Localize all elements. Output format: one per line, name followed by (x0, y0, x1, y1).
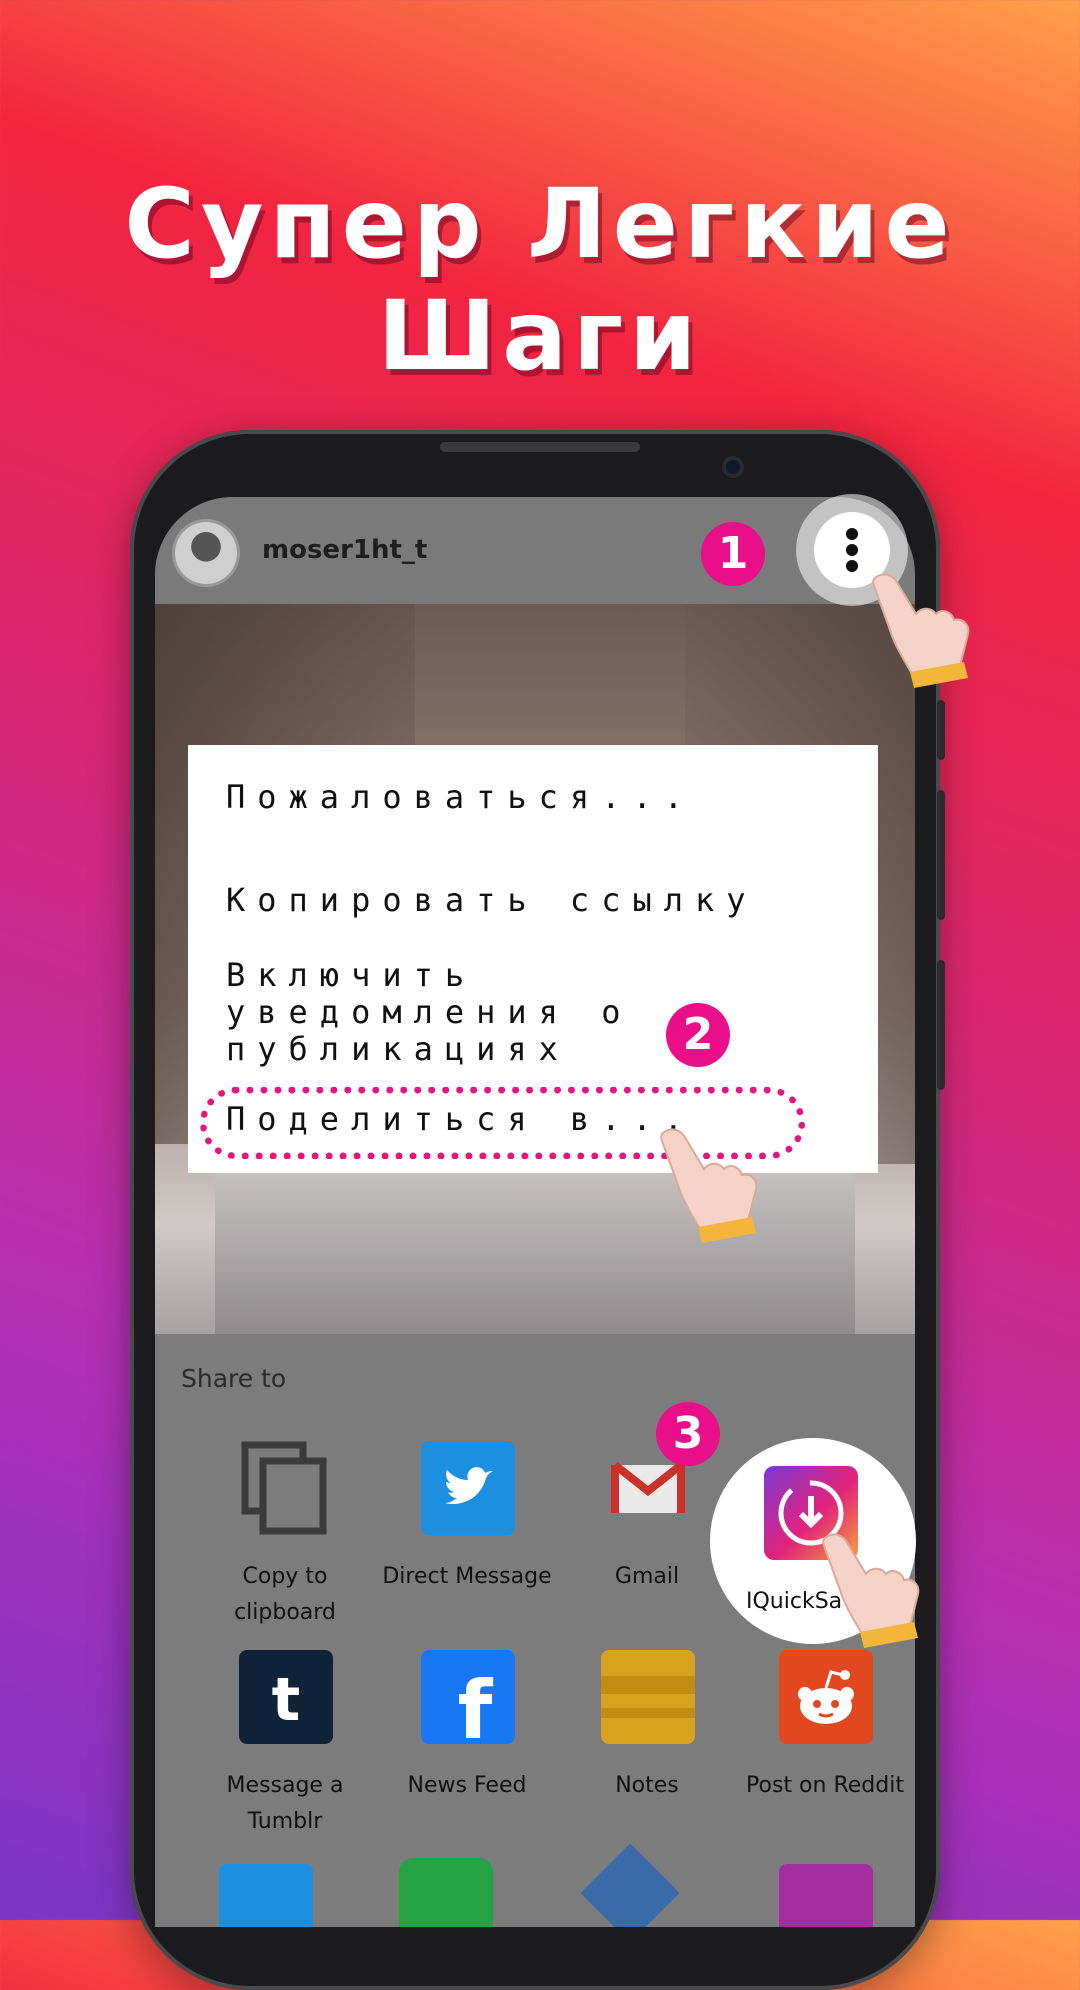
share-app-reddit[interactable]: Post on Reddit (735, 1650, 915, 1830)
pointing-hand-icon (872, 573, 970, 688)
share-app-label: Copy to clipboard (234, 1564, 336, 1625)
headline: Супер Легкие Шаги (124, 168, 956, 392)
share-app-label: Direct Message (382, 1564, 552, 1589)
share-app-label: Post on Reddit (746, 1773, 904, 1798)
avatar[interactable] (175, 522, 237, 584)
svg-text:t: t (272, 1665, 301, 1735)
share-app-copy[interactable]: Copy to clipboard (195, 1441, 375, 1625)
step-badge-3: 3 (656, 1402, 720, 1466)
share-app-facebook[interactable]: f News Feed (377, 1650, 557, 1830)
share-app-label: Notes (615, 1773, 679, 1798)
phone-side-button (937, 700, 945, 760)
app-icon-partial[interactable] (779, 1864, 873, 1927)
username[interactable]: moser1ht_t (262, 535, 427, 565)
facebook-icon: f (421, 1650, 515, 1757)
tumblr-icon: t (239, 1650, 333, 1744)
copy-icon (239, 1441, 333, 1535)
app-icon-partial[interactable] (580, 1843, 680, 1927)
share-app-label: News Feed (407, 1773, 527, 1798)
pointing-hand-icon (660, 1128, 758, 1243)
twitter-icon (421, 1441, 515, 1535)
share-app-tumblr[interactable]: t Message a Tumblr (195, 1650, 375, 1834)
app-icon-partial[interactable] (219, 1864, 313, 1927)
app-icon-partial[interactable] (399, 1858, 493, 1927)
share-app-notes[interactable]: Notes (557, 1650, 737, 1830)
phone-screen: moser1ht_t Share to Copy to clipboard Di… (155, 497, 915, 1927)
share-app-direct-message[interactable]: Direct Message (377, 1441, 557, 1621)
menu-item-notifications-line1[interactable]: Включить (226, 957, 476, 994)
reddit-icon (779, 1650, 873, 1744)
front-camera (722, 456, 744, 478)
menu-item-copy-link[interactable]: Копировать ссылку (226, 882, 758, 919)
share-title: Share to (181, 1364, 287, 1393)
share-app-label: Gmail (614, 1564, 680, 1589)
menu-item-notifications-line3[interactable]: публикациях (226, 1031, 570, 1068)
svg-text:f: f (458, 1664, 494, 1744)
notes-icon (601, 1650, 695, 1744)
pointing-hand-icon (822, 1533, 920, 1648)
phone-side-button (937, 960, 945, 1090)
step-badge-2: 2 (666, 1003, 730, 1067)
phone-speaker (440, 442, 640, 452)
menu-item-notifications-line2[interactable]: уведомления о (226, 994, 632, 1031)
phone-side-button (937, 790, 945, 920)
share-app-label: Message a Tumblr (226, 1773, 344, 1834)
menu-item-report[interactable]: Пожаловаться... (226, 779, 695, 816)
step-badge-1: 1 (701, 522, 765, 586)
